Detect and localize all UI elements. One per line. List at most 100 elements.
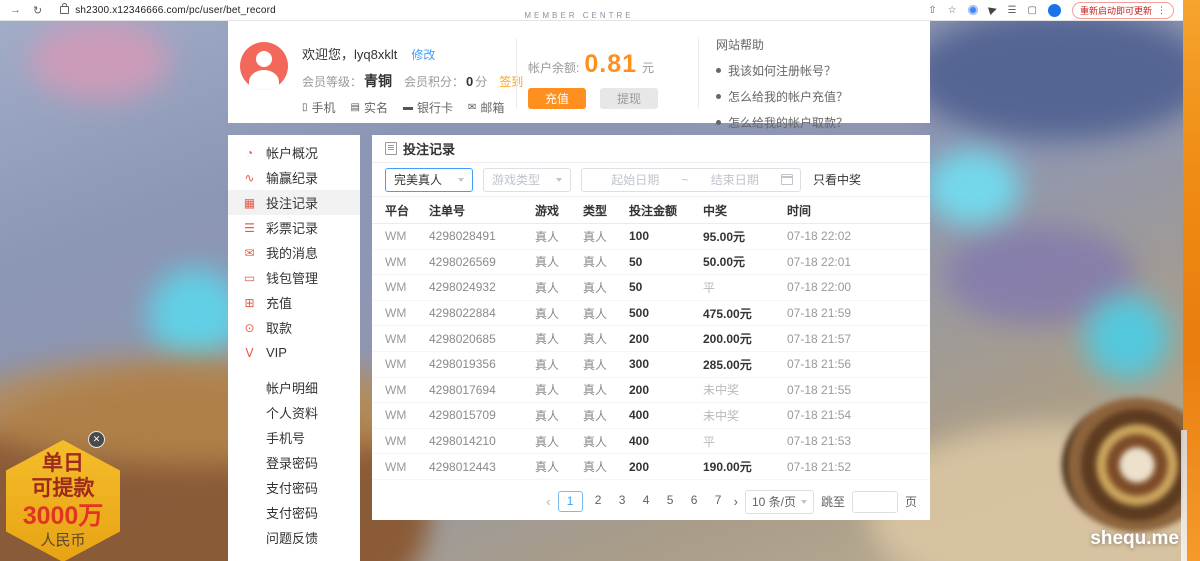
sidebar-item-icon: Ⅴ <box>242 346 257 360</box>
sidebar-secondary-item[interactable]: 问题反馈 <box>228 525 360 550</box>
bookmark-star-icon[interactable]: ☆ <box>948 5 957 16</box>
checkin-link[interactable]: 签到 <box>499 73 523 90</box>
cell-type: 真人 <box>583 433 629 450</box>
page-number-button[interactable]: 6 <box>686 491 703 510</box>
sidebar-item[interactable]: ⊞ 充值 <box>228 290 360 315</box>
verify-item[interactable]: ▬ 银行卡 <box>403 99 453 116</box>
sidebar-secondary-item-label: 登录密码 <box>266 453 318 472</box>
bg-blob <box>925 150 1020 225</box>
next-page-button[interactable]: › <box>734 494 738 509</box>
avatar[interactable] <box>240 42 288 90</box>
divider <box>516 38 517 109</box>
game-type-select[interactable]: 游戏类型 <box>483 168 571 192</box>
sidebar-secondary-item[interactable]: 登录密码 <box>228 450 360 475</box>
platform-select[interactable]: 完美真人 <box>385 168 473 192</box>
verify-item[interactable]: ▯ 手机 <box>302 99 336 116</box>
cell-time: 07-18 21:59 <box>787 306 930 320</box>
sidebar-secondary-item[interactable]: 帐户明细 <box>228 375 360 400</box>
verify-item[interactable]: ✉ 邮箱 <box>468 99 504 116</box>
badge-close-icon[interactable]: ✕ <box>89 432 104 447</box>
sidebar-secondary-item[interactable]: 手机号 <box>228 425 360 450</box>
table-row: WM 4298024932 真人 真人 50 平 07-18 22:00 <box>372 275 930 301</box>
reload-icon[interactable]: ↻ <box>33 4 42 17</box>
verify-item-icon: ▤ <box>351 102 360 113</box>
sidebar-item-label: VIP <box>266 345 287 360</box>
cell-amount: 100 <box>629 229 703 243</box>
table-row: WM 4298015709 真人 真人 400 未中奖 07-18 21:54 <box>372 403 930 429</box>
document-icon <box>385 142 397 155</box>
sidebar-item[interactable]: ▦ 投注记录 <box>228 190 360 215</box>
sidebar-item[interactable]: ⊙ 取款 <box>228 315 360 340</box>
cell-bet-number: 4298017694 <box>429 383 535 397</box>
points-value: 0 <box>466 74 473 89</box>
page-number-button[interactable]: 3 <box>614 491 631 510</box>
prev-page-button[interactable]: ‹ <box>546 494 550 509</box>
sidebar-item-label: 钱包管理 <box>266 268 318 287</box>
sidebar-item-icon: ☰ <box>242 221 257 235</box>
cell-bet-number: 4298024932 <box>429 280 535 294</box>
sidebar-item[interactable]: ◔ 帐户概况 <box>228 140 360 165</box>
table-header: 平台 注单号 游戏 类型 投注金额 中奖 时间 <box>372 197 930 224</box>
page-number-button[interactable]: 1 <box>558 491 583 512</box>
page-number-button[interactable]: 7 <box>710 491 727 510</box>
reading-list-icon[interactable]: ☰ <box>1008 5 1017 16</box>
header-win: 中奖 <box>703 202 787 219</box>
sidebar-item[interactable]: ✉ 我的消息 <box>228 240 360 265</box>
forward-icon[interactable]: → <box>10 4 21 17</box>
sidebar-item[interactable]: ▭ 钱包管理 <box>228 265 360 290</box>
page-number-button[interactable]: 4 <box>638 491 655 510</box>
balance-value: 0.81 <box>584 50 637 79</box>
cell-time: 07-18 21:57 <box>787 332 930 346</box>
jump-page-input[interactable] <box>852 491 898 513</box>
lock-icon <box>60 6 69 14</box>
bet-record-panel: 投注记录 完美真人 游戏类型 起始日期 ~ 结束日期 只看中奖 平台 注单号 游… <box>372 135 930 520</box>
cell-type: 真人 <box>583 305 629 322</box>
update-label: 重新启动即可更新 <box>1080 4 1152 17</box>
page-number-button[interactable]: 5 <box>662 491 679 510</box>
cell-game: 真人 <box>535 228 583 245</box>
sidebar-item[interactable]: Ⅴ VIP <box>228 340 360 365</box>
sidebar-secondary-item[interactable]: 支付密码 <box>228 475 360 500</box>
browser-profile-avatar[interactable] <box>1048 4 1061 17</box>
help-item[interactable]: 怎么给我的帐户取款？ <box>716 114 920 131</box>
page-number-button[interactable]: 2 <box>590 491 607 510</box>
panel-title: 投注记录 <box>403 139 455 158</box>
watermark: shequ.me <box>1090 528 1179 550</box>
sidebar-secondary-item[interactable]: 支付密码 <box>228 500 360 525</box>
sidebar-item[interactable]: ∿ 输赢纪录 <box>228 165 360 190</box>
sidebar-item-label: 充值 <box>266 293 292 312</box>
badge-line1: 单日 <box>42 451 84 476</box>
browser-update-button[interactable]: 重新启动即可更新 ⋮ <box>1072 2 1174 19</box>
username: lyq8xklt <box>354 47 397 62</box>
date-range-picker[interactable]: 起始日期 ~ 结束日期 <box>581 168 801 192</box>
welcome-text: 欢迎您，lyq8xklt <box>302 44 397 63</box>
table-row: WM 4298020685 真人 真人 200 200.00元 07-18 21… <box>372 326 930 352</box>
send-icon[interactable] <box>988 5 998 15</box>
table-row: WM 4298014210 真人 真人 400 平 07-18 21:53 <box>372 429 930 455</box>
cell-bet-number: 4298026569 <box>429 255 535 269</box>
verify-item[interactable]: ▤ 实名 <box>351 99 388 116</box>
withdraw-button[interactable]: 提现 <box>600 88 658 109</box>
badge-line2: 可提款 <box>32 476 95 501</box>
tab-icon[interactable]: ▢ <box>1028 5 1037 16</box>
kebab-menu-icon[interactable]: ⋮ <box>1157 5 1166 16</box>
extension-icon[interactable] <box>968 5 978 15</box>
header-game: 游戏 <box>535 202 583 219</box>
header-type: 类型 <box>583 202 629 219</box>
verify-item-label: 银行卡 <box>417 99 453 116</box>
cell-time: 07-18 22:00 <box>787 280 930 294</box>
page-size-select[interactable]: 10 条/页 <box>745 490 814 514</box>
cell-game: 真人 <box>535 356 583 373</box>
help-item[interactable]: 怎么给我的帐户充值？ <box>716 88 920 105</box>
pagination: ‹ 1 2 3 4 5 6 7 › 10 条/ <box>372 480 930 514</box>
table-body: WM 4298028491 真人 真人 100 95.00元 07-18 22:… <box>372 224 930 480</box>
win-only-filter[interactable]: 只看中奖 <box>813 171 861 188</box>
level-label: 会员等级： <box>302 73 362 90</box>
edit-profile-link[interactable]: 修改 <box>411 46 435 63</box>
sidebar-item-icon: ◔ <box>242 146 257 160</box>
sidebar-item[interactable]: ☰ 彩票记录 <box>228 215 360 240</box>
cell-game: 真人 <box>535 279 583 296</box>
sidebar-secondary-item[interactable]: 个人资料 <box>228 400 360 425</box>
deposit-button[interactable]: 充值 <box>528 88 586 109</box>
help-item[interactable]: 我该如何注册帐号？ <box>716 62 920 79</box>
